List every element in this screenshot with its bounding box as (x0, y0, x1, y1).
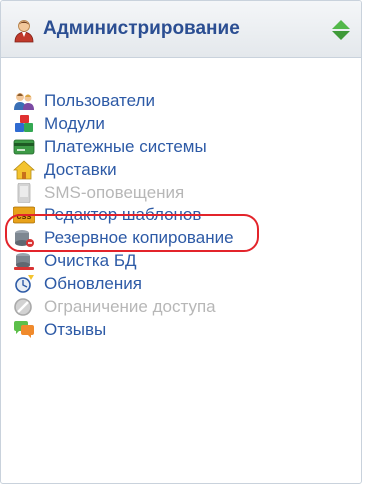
svg-text:css: css (16, 211, 31, 221)
backup-disk-icon (15, 230, 34, 248)
menu-label[interactable]: Отзывы (44, 320, 106, 340)
menu-label[interactable]: Пользователи (44, 91, 155, 111)
menu-item-users[interactable]: Пользователи (1, 90, 361, 113)
menu-label[interactable]: Редактор шаблонов (44, 205, 201, 225)
menu-label[interactable]: Платежные системы (44, 137, 207, 157)
menu-item-reviews[interactable]: Отзывы (1, 319, 361, 342)
menu-label: Ограничение доступа (44, 297, 216, 317)
admin-user-icon (14, 20, 34, 43)
css-icon: css (13, 207, 35, 224)
users-icon (14, 93, 34, 110)
restriction-icon (14, 298, 32, 316)
menu-item-payment-systems[interactable]: Платежные системы (1, 136, 361, 159)
menu-label: SMS-оповещения (44, 182, 185, 202)
updates-icon (15, 275, 34, 293)
menu-item-delivery[interactable]: Доставки (1, 159, 361, 182)
comments-icon (14, 320, 34, 338)
menu-item-db-cleanup[interactable]: Очистка БД (1, 250, 361, 273)
menu-item-modules[interactable]: Модули (1, 113, 361, 136)
collapse-toggle-icon[interactable] (331, 18, 351, 42)
admin-menu: Пользователи Модули Платежные системы До… (1, 90, 361, 342)
modules-icon (15, 114, 33, 132)
panel-title: Администрирование (43, 18, 240, 39)
menu-label[interactable]: Резервное копирование (44, 228, 234, 248)
database-clean-icon (14, 253, 34, 271)
mobile-phone-icon (17, 182, 31, 203)
menu-label[interactable]: Очистка БД (44, 251, 137, 271)
menu-label[interactable]: Доставки (44, 160, 117, 180)
menu-item-template-editor[interactable]: css Редактор шаблонов (1, 204, 361, 227)
menu-item-backup[interactable]: Резервное копирование (1, 227, 361, 250)
menu-item-sms: SMS-оповещения (1, 182, 361, 205)
menu-item-access-restriction: Ограничение доступа (1, 296, 361, 319)
delivery-house-icon (13, 160, 35, 180)
admin-panel: Администрирование Пользователи Модули Пл… (0, 0, 362, 484)
payment-card-icon (13, 139, 35, 155)
panel-header[interactable]: Администрирование (1, 1, 361, 58)
menu-label[interactable]: Модули (44, 114, 105, 134)
menu-item-updates[interactable]: Обновления (1, 273, 361, 296)
menu-label[interactable]: Обновления (44, 274, 142, 294)
